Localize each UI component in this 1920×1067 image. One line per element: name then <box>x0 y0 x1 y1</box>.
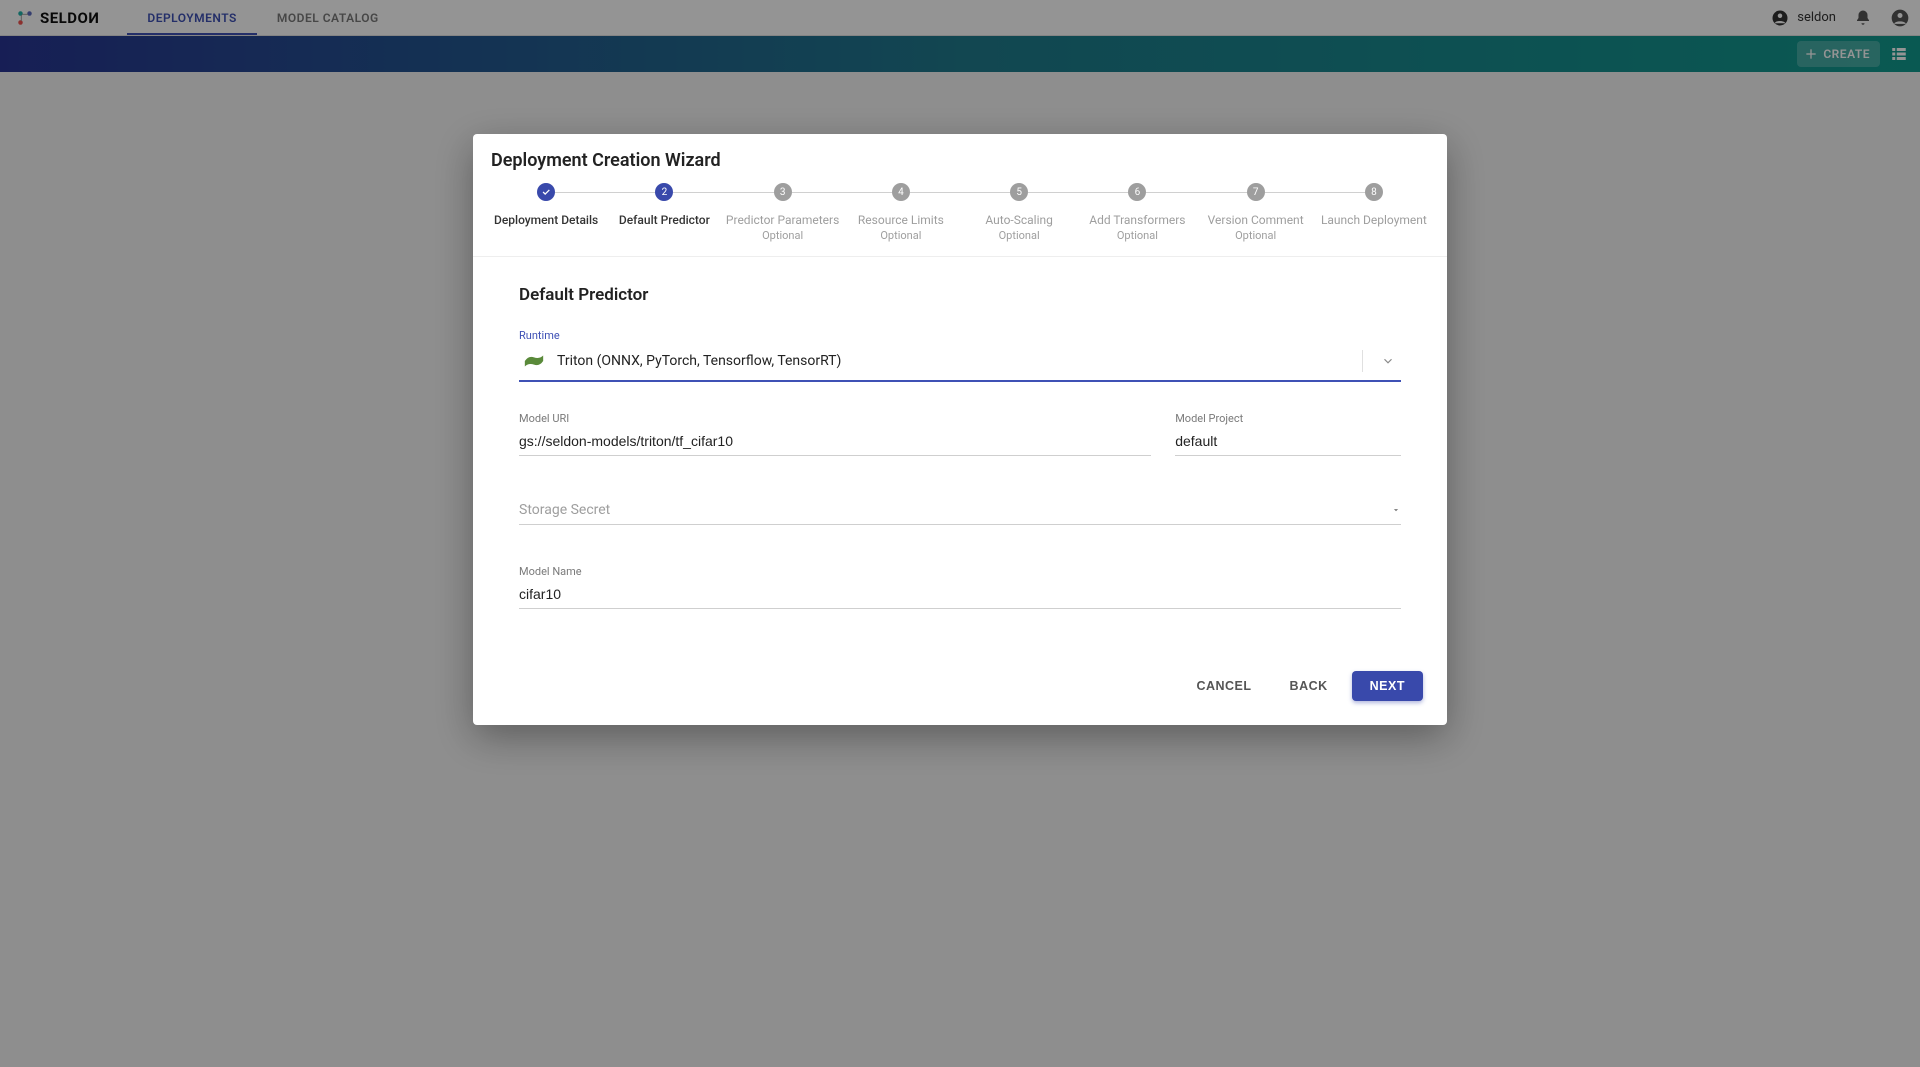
step-circle: 7 <box>1247 183 1265 201</box>
model-project-label: Model Project <box>1175 412 1401 425</box>
model-uri-input[interactable] <box>519 427 1151 456</box>
wizard-step[interactable]: 2 Default Predictor <box>605 183 723 227</box>
storage-secret-select[interactable]: Storage Secret <box>519 496 1401 525</box>
step-circle: 5 <box>1010 183 1028 201</box>
step-circle: 8 <box>1365 183 1383 201</box>
wizard-stepper: Deployment Details 2 Default Predictor 3 Pre… <box>487 183 1433 242</box>
wizard-step[interactable]: 4 Resource Limits Optional <box>842 183 960 242</box>
model-uri-label: Model URI <box>519 412 1151 425</box>
deployment-wizard-modal: Deployment Creation Wizard Deployment De… <box>473 134 1447 725</box>
step-optional: Optional <box>999 229 1040 242</box>
step-label: Deployment Details <box>494 213 598 227</box>
modal-title: Deployment Creation Wizard <box>491 150 1429 171</box>
step-label: Add Transformers <box>1089 213 1185 227</box>
chevron-down-icon <box>1375 354 1401 368</box>
storage-secret-placeholder: Storage Secret <box>519 502 1391 518</box>
wizard-step[interactable]: 8 Launch Deployment <box>1315 183 1433 227</box>
wizard-step[interactable]: 7 Version Comment Optional <box>1197 183 1315 242</box>
step-optional: Optional <box>880 229 921 242</box>
section-title: Default Predictor <box>519 285 1401 305</box>
cancel-button[interactable]: CANCEL <box>1182 671 1265 701</box>
step-circle: 6 <box>1128 183 1146 201</box>
step-circle: 3 <box>774 183 792 201</box>
step-optional: Optional <box>1117 229 1158 242</box>
step-circle: 2 <box>655 183 673 201</box>
wizard-step[interactable]: 5 Auto-Scaling Optional <box>960 183 1078 242</box>
caret-down-icon <box>1391 505 1401 515</box>
model-name-label: Model Name <box>519 565 1401 578</box>
model-project-input[interactable] <box>1175 427 1401 456</box>
step-label: Version Comment <box>1208 213 1304 227</box>
step-label: Predictor Parameters <box>726 213 839 227</box>
step-optional: Optional <box>1235 229 1276 242</box>
runtime-label: Runtime <box>519 329 1401 342</box>
runtime-select[interactable]: Triton (ONNX, PyTorch, Tensorflow, Tenso… <box>519 344 1401 382</box>
model-name-input[interactable] <box>519 580 1401 609</box>
wizard-step[interactable]: 6 Add Transformers Optional <box>1078 183 1196 242</box>
back-button[interactable]: BACK <box>1276 671 1342 701</box>
step-circle: 4 <box>892 183 910 201</box>
step-label: Default Predictor <box>619 213 710 227</box>
runtime-value: Triton (ONNX, PyTorch, Tensorflow, Tenso… <box>557 353 1350 369</box>
step-label: Auto-Scaling <box>985 213 1052 227</box>
step-label: Launch Deployment <box>1321 213 1427 227</box>
step-optional: Optional <box>762 229 803 242</box>
modal-overlay: Deployment Creation Wizard Deployment De… <box>0 0 1920 1067</box>
next-button[interactable]: NEXT <box>1352 671 1423 701</box>
step-label: Resource Limits <box>858 213 944 227</box>
wizard-step[interactable]: Deployment Details <box>487 183 605 227</box>
wizard-step[interactable]: 3 Predictor Parameters Optional <box>724 183 842 242</box>
nvidia-icon <box>523 353 545 369</box>
step-circle <box>537 183 555 201</box>
